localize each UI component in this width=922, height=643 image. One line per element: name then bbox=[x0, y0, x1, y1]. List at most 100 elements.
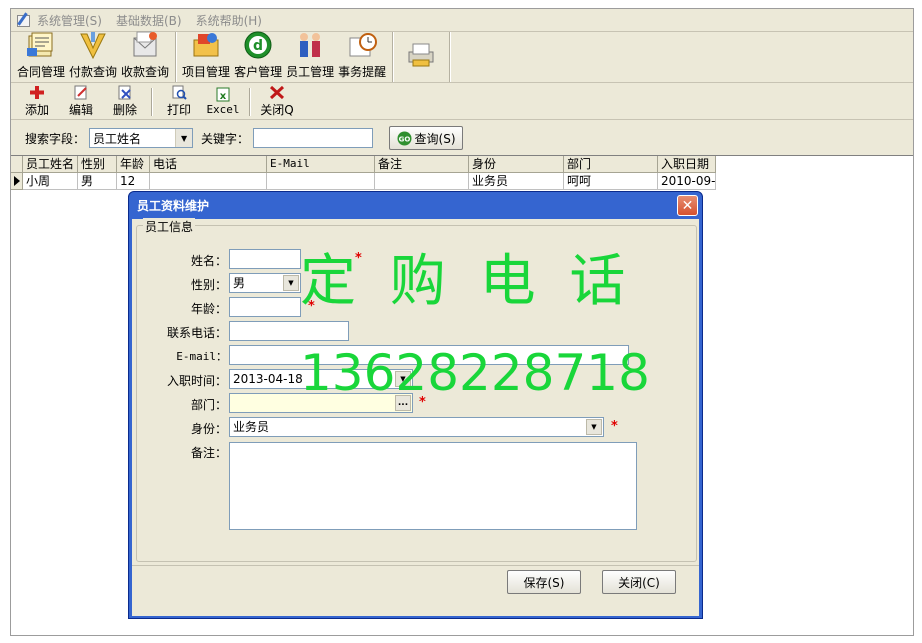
table-cell[interactable] bbox=[375, 173, 469, 190]
table-cell[interactable]: 男 bbox=[78, 173, 117, 190]
chevron-down-icon[interactable]: ▼ bbox=[283, 275, 299, 291]
customer-button[interactable]: d 客户管理 bbox=[232, 30, 284, 82]
join-date-value: 2013-04-18 bbox=[233, 372, 303, 386]
menu-system[interactable]: 系统管理(S) bbox=[37, 12, 102, 29]
employee-label: 员工管理 bbox=[286, 65, 335, 79]
svg-text:d: d bbox=[253, 38, 263, 54]
project-button[interactable]: 项目管理 bbox=[180, 32, 232, 82]
chevron-down-icon[interactable]: ▼ bbox=[175, 129, 193, 147]
search-field-label: 搜索字段： bbox=[25, 131, 86, 146]
name-label: 姓名： bbox=[190, 254, 227, 268]
name-input[interactable] bbox=[229, 249, 301, 269]
row-indicator-header bbox=[11, 156, 23, 173]
search-button[interactable]: GO 查询(S) bbox=[389, 126, 464, 150]
column-header[interactable]: 电话 bbox=[150, 156, 267, 173]
toolbar-group-finance: 合同管理 付款查询 收款查询 bbox=[11, 30, 177, 82]
contract-label: 合同管理 bbox=[17, 65, 66, 79]
close-icon bbox=[269, 85, 285, 100]
table-cell[interactable]: 2010-09-1 bbox=[658, 173, 716, 190]
table-cell[interactable]: 业务员 bbox=[469, 173, 564, 190]
table-row[interactable]: 小周 男 12 业务员 呵呵 2010-09-1 bbox=[11, 173, 913, 190]
toolbar-separator bbox=[249, 87, 251, 116]
delete-button[interactable]: 删除 bbox=[103, 85, 147, 119]
column-header[interactable]: 员工姓名 bbox=[23, 156, 78, 173]
reminder-button[interactable]: 事务提醒 bbox=[336, 32, 388, 82]
table-cell[interactable] bbox=[267, 173, 375, 190]
keyword-label: 关键字： bbox=[201, 131, 250, 146]
phone-label: 联系电话： bbox=[166, 326, 227, 340]
receipt-query-button[interactable]: 收款查询 bbox=[119, 30, 171, 82]
menu-basic-data[interactable]: 基础数据(B) bbox=[116, 12, 182, 29]
column-header[interactable]: 性别 bbox=[78, 156, 117, 173]
svg-text:x: x bbox=[220, 91, 227, 102]
role-label: 身份： bbox=[190, 422, 227, 436]
menu-bar: 系统管理(S) 基础数据(B) 系统帮助(H) bbox=[11, 9, 913, 31]
notes-textarea[interactable] bbox=[229, 442, 637, 530]
column-header[interactable]: 备注 bbox=[375, 156, 469, 173]
search-button-label: 查询(S) bbox=[414, 131, 456, 146]
column-header[interactable]: 入职日期 bbox=[658, 156, 716, 173]
print-label: 打印 bbox=[166, 103, 191, 117]
receipt-query-icon bbox=[129, 30, 161, 60]
receipt-query-label: 收款查询 bbox=[121, 65, 170, 79]
save-button[interactable]: 保存(S) bbox=[507, 570, 581, 594]
payment-query-button[interactable]: 付款查询 bbox=[67, 32, 119, 82]
phone-input[interactable] bbox=[229, 321, 349, 341]
close-button[interactable]: 关闭Q bbox=[255, 85, 299, 119]
excel-icon: x bbox=[215, 87, 231, 102]
search-bar: 搜索字段： 员工姓名 ▼ 关键字： GO 查询(S) bbox=[11, 121, 913, 155]
dialog-footer-divider bbox=[132, 565, 699, 566]
print-button[interactable]: 打印 bbox=[157, 85, 201, 119]
excel-button[interactable]: x Excel bbox=[201, 85, 245, 119]
edit-button[interactable]: 编辑 bbox=[59, 85, 103, 119]
payment-query-icon bbox=[77, 30, 109, 60]
column-header[interactable]: E-Mail bbox=[267, 156, 375, 173]
employee-button[interactable]: 员工管理 bbox=[284, 32, 336, 82]
plus-icon bbox=[29, 85, 45, 100]
age-input[interactable] bbox=[229, 297, 301, 317]
customer-icon: d bbox=[242, 30, 274, 60]
column-header[interactable]: 年龄 bbox=[117, 156, 150, 173]
app-logo-icon bbox=[15, 12, 31, 28]
search-field-select[interactable]: 员工姓名 ▼ bbox=[89, 128, 194, 148]
toolbar-separator bbox=[151, 87, 153, 116]
reminder-label: 事务提醒 bbox=[338, 65, 387, 79]
dept-label: 部门： bbox=[190, 398, 227, 412]
watermark-phone-number: 13628228718 bbox=[300, 344, 650, 402]
required-mark: * bbox=[611, 419, 618, 434]
role-value: 业务员 bbox=[233, 420, 270, 434]
print-preview-icon bbox=[171, 85, 187, 100]
contract-button[interactable]: 合同管理 bbox=[15, 32, 67, 82]
column-header[interactable]: 部门 bbox=[564, 156, 658, 173]
table-cell[interactable] bbox=[150, 173, 267, 190]
join-date-label: 入职时间： bbox=[166, 374, 227, 388]
table-cell[interactable]: 小周 bbox=[23, 173, 78, 190]
go-icon: GO bbox=[397, 131, 412, 145]
contract-icon bbox=[25, 30, 57, 60]
dialog-close-button[interactable]: 关闭(C) bbox=[602, 570, 676, 594]
toolbar-group-manage: 项目管理 d 客户管理 员工管理 事务提醒 bbox=[176, 30, 394, 82]
project-label: 项目管理 bbox=[182, 65, 231, 79]
add-label: 添加 bbox=[24, 103, 49, 117]
gender-select[interactable]: 男 ▼ bbox=[229, 273, 301, 293]
keyword-input[interactable] bbox=[253, 128, 374, 148]
chevron-down-icon[interactable]: ▼ bbox=[586, 419, 602, 435]
edit-icon bbox=[73, 85, 89, 100]
delete-label: 删除 bbox=[112, 103, 137, 117]
payment-query-label: 付款查询 bbox=[69, 65, 118, 79]
employee-icon bbox=[294, 30, 326, 60]
role-select[interactable]: 业务员 ▼ bbox=[229, 417, 604, 437]
table-cell[interactable]: 12 bbox=[117, 173, 150, 190]
add-button[interactable]: 添加 bbox=[15, 85, 59, 119]
gender-label: 性别： bbox=[190, 278, 227, 292]
current-row-indicator bbox=[11, 173, 23, 190]
excel-label: Excel bbox=[206, 103, 240, 116]
print-big-button[interactable] bbox=[401, 32, 441, 82]
dialog-titlebar[interactable]: 员工资料维护 ✕ bbox=[132, 192, 699, 219]
table-cell[interactable]: 呵呵 bbox=[564, 173, 658, 190]
printer-icon bbox=[405, 40, 437, 70]
column-header[interactable]: 身份 bbox=[469, 156, 564, 173]
menu-help[interactable]: 系统帮助(H) bbox=[196, 12, 262, 29]
email-label: E-mail： bbox=[176, 350, 227, 363]
dialog-close-icon[interactable]: ✕ bbox=[677, 195, 698, 216]
